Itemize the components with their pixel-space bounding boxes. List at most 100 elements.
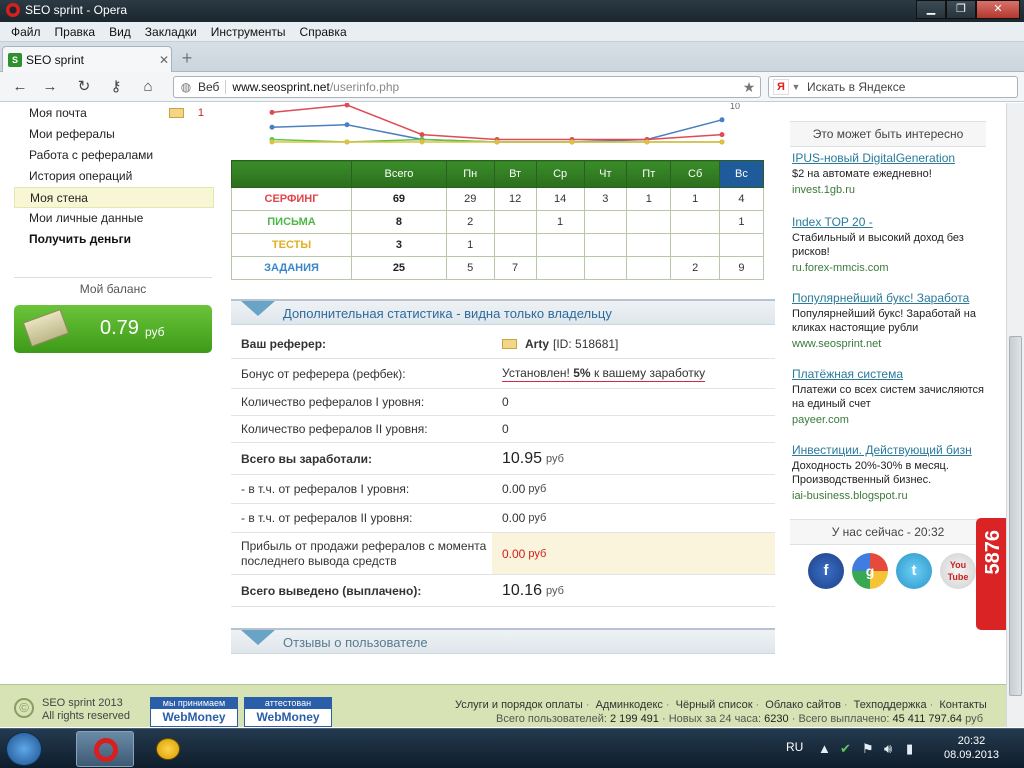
week-cell: 14 <box>535 187 585 211</box>
footer-link-support[interactable]: Техподдержка <box>854 699 927 711</box>
balance-box[interactable]: 0.79 руб <box>14 305 212 353</box>
profit-value: 0.00 <box>502 546 526 561</box>
maximize-button[interactable]: ❐ <box>946 0 976 19</box>
menu-view[interactable]: Вид <box>102 25 138 39</box>
reload-icon[interactable]: ↻ <box>74 78 94 96</box>
ad-link[interactable]: ru.forex-mmcis.com <box>792 262 984 274</box>
tray-language[interactable]: RU <box>786 740 803 754</box>
online-count-badge[interactable]: 5876 <box>976 518 1006 630</box>
menu-tools[interactable]: Инструменты <box>204 25 293 39</box>
earned-currency: руб <box>546 452 564 465</box>
google-icon[interactable]: g <box>852 553 888 589</box>
ad-link[interactable]: www.seosprint.net <box>792 338 984 350</box>
week-cell: 7 <box>493 256 537 280</box>
tray-clock[interactable]: 20:32 08.09.2013 <box>944 734 999 762</box>
back-icon[interactable]: ← <box>10 78 30 96</box>
ad-title[interactable]: Платёжная система <box>792 367 984 381</box>
search-box[interactable]: Я ▼ Искать в Яндексе <box>768 76 1018 98</box>
left-menu-history[interactable]: История операций <box>14 166 214 187</box>
tray-arrow-icon[interactable]: ▲ <box>818 741 831 756</box>
menu-bookmarks[interactable]: Закладки <box>138 25 204 39</box>
home-icon[interactable]: ⌂ <box>138 78 158 96</box>
left-menu-referrals[interactable]: Мои рефералы <box>14 124 214 145</box>
ad-item[interactable]: Index TOP 20 - Стабильный и высокий дохо… <box>790 211 986 287</box>
ad-title[interactable]: IPUS-новый DigitalGeneration <box>792 151 984 165</box>
ref2-label: Количество рефералов II уровня: <box>241 422 428 436</box>
week-row: ЗАДАНИЯ 25 5 7 2 9 <box>231 256 765 280</box>
window-title: SEO sprint - Opera <box>6 3 127 17</box>
left-menu-referral-work[interactable]: Работа с рефералами <box>14 145 214 166</box>
menu-edit[interactable]: Правка <box>48 25 103 39</box>
key-icon[interactable]: ⚷ <box>106 78 126 96</box>
menu-help[interactable]: Справка <box>293 25 354 39</box>
reviews-header[interactable]: Отзывы о пользователе <box>231 628 775 654</box>
tray-volume-icon[interactable]: 🔊︎ <box>884 741 892 757</box>
taskbar-app[interactable] <box>140 731 198 767</box>
ad-link[interactable]: iai-business.blogspot.ru <box>792 490 984 502</box>
facebook-icon[interactable]: f <box>808 553 844 589</box>
ad-item[interactable]: Платёжная система Платежи со всех систем… <box>790 363 986 439</box>
window-titlebar: SEO sprint - Opera ▁ ❐ ✕ <box>0 0 1024 22</box>
webmoney-attest-badge[interactable]: аттестован WebMoney <box>244 697 332 727</box>
chart-point <box>719 139 725 145</box>
left-menu-personal[interactable]: Мои личные данные <box>14 208 214 229</box>
ad-item[interactable]: Инвестиции. Действующий бизн Доходность … <box>790 439 986 515</box>
start-button[interactable] <box>6 732 42 766</box>
footer-link-admincode[interactable]: Админкодекс <box>596 699 663 711</box>
footer-link-contacts[interactable]: Контакты <box>939 699 987 711</box>
tab-close-icon[interactable]: ✕ <box>157 53 171 67</box>
minimize-button[interactable]: ▁ <box>916 0 946 19</box>
ad-item[interactable]: Популярнейший букс! Заработа Популярнейш… <box>790 287 986 363</box>
envelope-icon[interactable] <box>502 338 517 349</box>
chart-point <box>494 139 500 145</box>
balance-title: Мой баланс <box>14 277 212 299</box>
new-tab-button[interactable]: + <box>177 49 197 69</box>
taskbar-opera[interactable] <box>76 731 134 767</box>
opera-logo-icon <box>6 3 20 17</box>
address-bar[interactable]: ◍ Веб www.seosprint.net/userinfo.php ★ <box>173 76 761 98</box>
page-scrollbar[interactable] <box>1006 103 1024 727</box>
ad-link[interactable]: payeer.com <box>792 414 984 426</box>
ad-title[interactable]: Популярнейший букс! Заработа <box>792 291 984 305</box>
ad-item[interactable]: IPUS-новый DigitalGeneration $2 на автом… <box>790 147 986 211</box>
left-menu-mail[interactable]: Моя почта 1 <box>14 103 214 124</box>
tray-check-icon[interactable]: ✔ <box>840 741 851 757</box>
ad-title[interactable]: Index TOP 20 - <box>792 215 984 229</box>
stat-row-profit: Прибыль от продажи рефералов с момента п… <box>231 533 775 575</box>
ad-link[interactable]: invest.1gb.ru <box>792 184 984 196</box>
referer-value: Arty [ID: 518681] <box>492 329 775 358</box>
week-cell: 1 <box>445 233 495 257</box>
webmoney-accept-badge[interactable]: мы принимаем WebMoney <box>150 697 238 727</box>
twitter-icon[interactable]: t <box>896 553 932 589</box>
week-header-mon: Пн <box>445 160 495 188</box>
extra-stats-header[interactable]: Дополнительная статистика - видна только… <box>231 299 775 325</box>
ad-title[interactable]: Инвестиции. Действующий бизн <box>792 443 984 457</box>
address-url[interactable]: www.seosprint.net/userinfo.php <box>232 80 738 94</box>
footer-link-services[interactable]: Услуги и порядок оплаты <box>455 699 583 711</box>
tray-network-icon[interactable]: ▮ <box>906 741 913 757</box>
search-engine-dropdown-icon[interactable]: ▼ <box>789 82 803 92</box>
footer-link-blacklist[interactable]: Чёрный список <box>676 699 753 711</box>
menu-file[interactable]: Файл <box>4 25 48 39</box>
scrollbar-thumb[interactable] <box>1009 336 1022 696</box>
week-row-label: ПИСЬМА <box>231 210 352 234</box>
left-menu-withdraw[interactable]: Получить деньги <box>14 229 214 250</box>
referer-name[interactable]: Arty <box>525 337 549 351</box>
week-header-sun: Вс <box>718 160 765 188</box>
youtube-icon[interactable]: You Tube <box>940 553 976 589</box>
stat-row-earned: Всего вы заработали: 10.95 руб <box>231 443 775 475</box>
footer-link-cloud[interactable]: Облако сайтов <box>765 699 841 711</box>
week-cell <box>493 210 537 234</box>
bookmark-star-icon[interactable]: ★ <box>738 79 760 96</box>
week-cell: 1 <box>718 210 765 234</box>
week-row-total: 3 <box>351 233 447 257</box>
week-table-corner <box>231 160 352 188</box>
left-menu-wall[interactable]: Моя стена <box>14 187 214 208</box>
ads-header: Это может быть интересно <box>790 121 986 147</box>
close-button[interactable]: ✕ <box>976 0 1020 19</box>
tray-flag-icon[interactable]: ⚑ <box>862 741 874 757</box>
forward-icon[interactable]: → <box>40 78 60 96</box>
week-row: ПИСЬМА 8 2 1 1 <box>231 210 765 234</box>
earned-ref1-value: 0.00 <box>502 482 526 496</box>
tab-seosprint[interactable]: S SEO sprint ✕ <box>2 46 172 73</box>
